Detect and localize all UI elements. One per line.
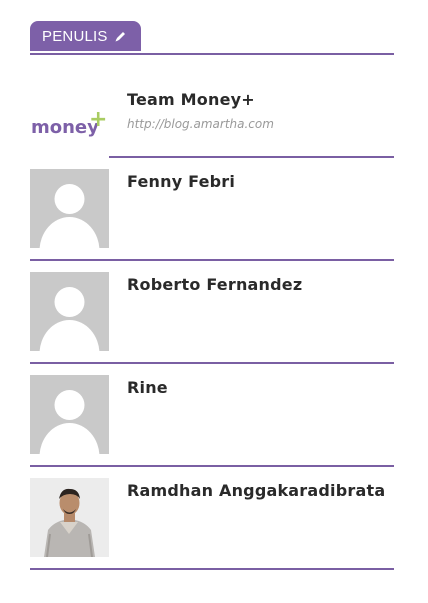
author-item-roberto-fernandez[interactable]: Roberto Fernandez [30, 261, 394, 364]
pencil-icon [114, 30, 127, 43]
author-name[interactable]: Ramdhan Anggakaradibrata [127, 481, 385, 500]
author-item-rine[interactable]: Rine [30, 364, 394, 467]
badge-label: PENULIS [42, 27, 108, 45]
default-avatar-icon[interactable] [30, 375, 109, 454]
default-avatar-icon[interactable] [30, 169, 109, 248]
author-name[interactable]: Fenny Febri [127, 172, 235, 191]
default-avatar-icon[interactable] [30, 272, 109, 351]
penulis-badge: PENULIS [30, 21, 141, 51]
author-item-team-money[interactable]: money + Team Money+ http://blog.amartha.… [30, 55, 394, 162]
author-item-fenny-febri[interactable]: Fenny Febri [30, 158, 394, 261]
author-name[interactable]: Team Money+ [127, 90, 255, 109]
authors-widget: PENULIS money + Team Money+ http://blog.… [30, 21, 394, 570]
author-name[interactable]: Roberto Fernandez [127, 275, 302, 294]
author-name[interactable]: Rine [127, 378, 168, 397]
money-logo-plus: + [89, 107, 108, 132]
author-url[interactable]: http://blog.amartha.com [127, 117, 274, 131]
person-photo[interactable] [30, 478, 109, 557]
author-item-ramdhan[interactable]: Ramdhan Anggakaradibrata [30, 467, 394, 570]
widget-header: PENULIS [30, 21, 394, 55]
money-logo[interactable]: money + [30, 83, 109, 162]
